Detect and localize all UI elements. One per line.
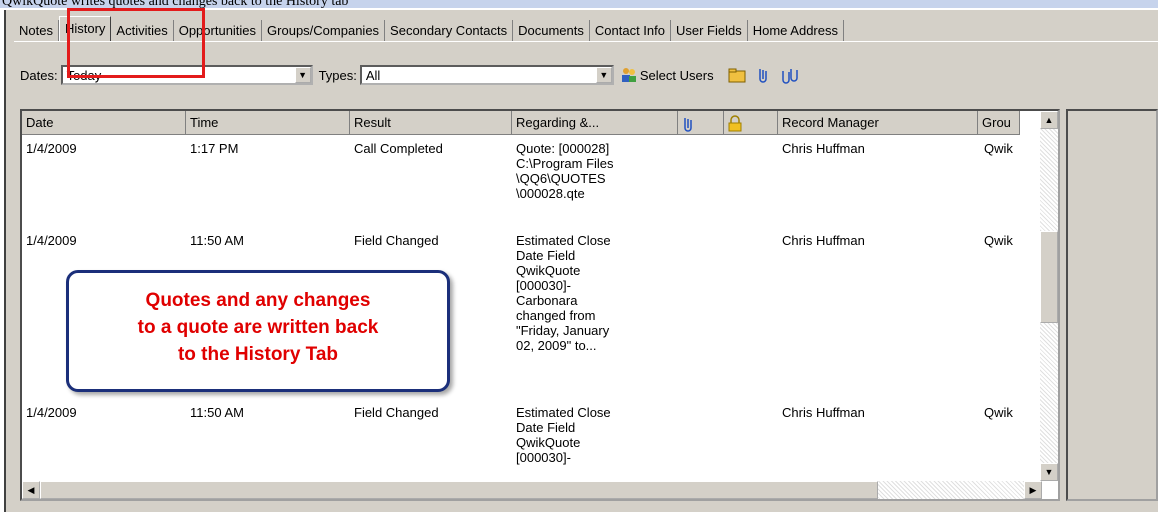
tab-documents[interactable]: Documents	[513, 20, 590, 42]
row1-result: Call Completed	[354, 141, 443, 156]
col-attachment[interactable]	[678, 111, 724, 135]
row1-regarding: Quote: [000028] C:\Program Files \QQ6\QU…	[516, 141, 614, 201]
history-tab-highlight	[67, 8, 205, 78]
row1-group: Qwik	[984, 141, 1013, 156]
side-panel	[1066, 109, 1158, 501]
row2-group: Qwik	[984, 233, 1013, 248]
col-private[interactable]	[724, 111, 778, 135]
row1-date: 1/4/2009	[26, 141, 77, 156]
row2-result: Field Changed	[354, 233, 439, 248]
row2-time: 11:50 AM	[190, 233, 244, 248]
row2-date: 1/4/2009	[26, 233, 77, 248]
scroll-right-icon[interactable]: ▶	[1024, 481, 1042, 499]
lock-icon	[728, 114, 742, 132]
row2-manager: Chris Huffman	[782, 233, 865, 248]
scroll-down-icon[interactable]: ▼	[1040, 463, 1058, 481]
types-value: All	[365, 68, 381, 83]
scrollbar-thumb[interactable]	[1040, 231, 1058, 323]
paperclip-icon	[758, 69, 767, 83]
tab-user-fields[interactable]: User Fields	[671, 20, 748, 42]
row3-group: Qwik	[984, 405, 1013, 420]
tab-secondary-contacts[interactable]: Secondary Contacts	[385, 20, 514, 42]
col-result[interactable]: Result	[350, 111, 512, 135]
dates-label: Dates:	[20, 67, 58, 83]
scroll-up-icon[interactable]: ▲	[1040, 111, 1058, 129]
col-regarding[interactable]: Regarding &...	[512, 111, 678, 135]
hscrollbar-thumb[interactable]	[40, 481, 878, 499]
chevron-down-icon[interactable]: ▼	[294, 67, 311, 83]
tab-contact-info[interactable]: Contact Info	[590, 20, 671, 42]
callout-line-3: to the History Tab	[177, 344, 339, 365]
attach-button[interactable]	[756, 66, 770, 84]
select-users-label: Select Users	[639, 67, 714, 83]
users-icon	[621, 68, 636, 82]
row3-date: 1/4/2009	[26, 405, 77, 420]
paperclips-icon	[781, 69, 798, 84]
tab-home-address[interactable]: Home Address	[748, 20, 844, 42]
select-users-button[interactable]: Select Users	[620, 66, 714, 84]
scroll-left-icon[interactable]: ◀	[22, 481, 40, 499]
row1-manager: Chris Huffman	[782, 141, 865, 156]
col-date[interactable]: Date	[22, 111, 186, 135]
folder-button[interactable]	[728, 66, 746, 84]
attach-multiple-button[interactable]	[780, 66, 800, 84]
col-time[interactable]: Time	[186, 111, 350, 135]
callout-line-2: to a quote are written back	[137, 317, 379, 338]
col-record-manager[interactable]: Record Manager	[778, 111, 978, 135]
folder-icon	[728, 68, 746, 83]
types-select[interactable]: All ▼	[359, 65, 614, 85]
tab-notes[interactable]: Notes	[14, 20, 59, 42]
horizontal-scrollbar[interactable]: ◀ ▶	[22, 481, 1042, 499]
vertical-scrollbar[interactable]: ▲ ▼	[1040, 111, 1058, 481]
row3-time: 11:50 AM	[190, 405, 244, 420]
top-caption-bar: QwikQuote writes quotes and changes back…	[0, 0, 1158, 9]
tab-groups-companies[interactable]: Groups/Companies	[262, 20, 386, 42]
annotation-callout: Quotes and any changes to a quote are wr…	[66, 270, 450, 392]
col-group[interactable]: Grou	[978, 111, 1020, 135]
paperclip-icon	[684, 117, 692, 132]
row2-regarding: Estimated Close Date Field QwikQuote [00…	[516, 233, 611, 353]
row1-time: 1:17 PM	[190, 141, 239, 156]
row3-manager: Chris Huffman	[782, 405, 865, 420]
types-label: Types:	[318, 67, 357, 83]
chevron-down-icon[interactable]: ▼	[595, 67, 612, 83]
callout-line-1: Quotes and any changes	[145, 290, 371, 311]
row3-result: Field Changed	[354, 405, 439, 420]
row3-regarding: Estimated Close Date Field QwikQuote [00…	[516, 405, 611, 465]
